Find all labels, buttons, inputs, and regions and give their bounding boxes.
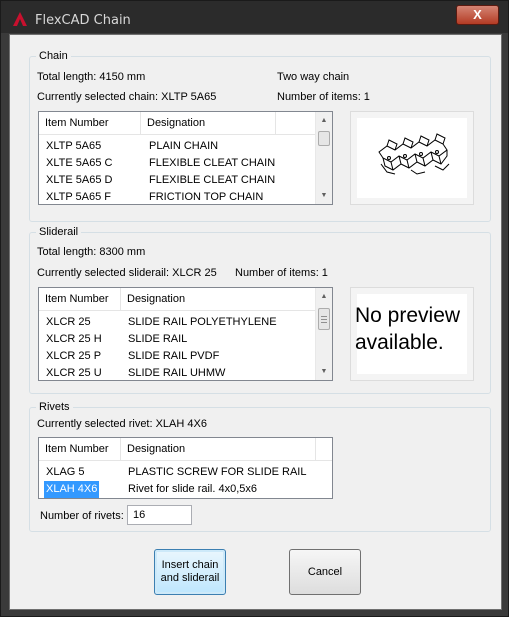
table-row[interactable]: XLAG 5 PLASTIC SCREW FOR SLIDE RAIL bbox=[39, 464, 315, 481]
designation-cell: SLIDE RAIL UHMW bbox=[128, 367, 226, 379]
no-preview-line-1: No preview bbox=[355, 304, 461, 327]
designation-cell: SLIDE RAIL bbox=[128, 333, 188, 345]
column-header-spacer bbox=[276, 112, 316, 135]
table-row[interactable]: XLCR 25 U SLIDE RAIL UHMW bbox=[39, 365, 315, 380]
column-header-designation[interactable]: Designation bbox=[121, 288, 316, 311]
table-row[interactable]: XLTP 5A65 PLAIN CHAIN bbox=[39, 138, 315, 155]
no-preview-line-2: available. bbox=[355, 331, 444, 354]
rivets-list-header: Item Number Designation bbox=[39, 438, 332, 461]
table-row[interactable]: XLCR 25 H SLIDE RAIL bbox=[39, 331, 315, 348]
item-number-cell: XLCR 25 U bbox=[46, 367, 102, 379]
chain-list-scrollbar[interactable]: ▲ ▼ bbox=[315, 112, 332, 204]
table-row[interactable]: XLTE 5A65 C FLEXIBLE CLEAT CHAIN bbox=[39, 155, 315, 172]
chain-group-title: Chain bbox=[36, 50, 71, 62]
table-row-selected[interactable]: XLAH 4X6 Rivet for slide rail. 4x0,5x6 bbox=[39, 481, 315, 498]
rivets-selected: Currently selected rivet: XLAH 4X6 bbox=[37, 418, 207, 430]
column-header-item-number[interactable]: Item Number bbox=[39, 112, 141, 135]
item-number-cell: XLTE 5A65 C bbox=[46, 157, 113, 169]
designation-cell: PLAIN CHAIN bbox=[149, 140, 219, 152]
rivets-list[interactable]: Item Number Designation XLAG 5 PLASTIC S… bbox=[38, 437, 333, 499]
item-number-cell: XLTP 5A65 bbox=[46, 140, 102, 152]
sliderail-list-scrollbar[interactable]: ▲ ▼ bbox=[315, 288, 332, 380]
chain-mode: Two way chain bbox=[277, 71, 350, 83]
designation-cell: FLEXIBLE CLEAT CHAIN bbox=[149, 174, 276, 186]
item-number-cell: XLAG 5 bbox=[46, 466, 85, 478]
designation-cell: SLIDE RAIL PVDF bbox=[128, 350, 220, 362]
column-header-designation[interactable]: Designation bbox=[141, 112, 276, 135]
insert-button-line-1: Insert chain bbox=[161, 559, 219, 571]
sliderail-list-header: Item Number Designation bbox=[39, 288, 332, 311]
sliderail-selected: Currently selected sliderail: XLCR 25 bbox=[37, 267, 217, 279]
no-preview-text: No preview available. bbox=[355, 302, 460, 356]
scroll-up-arrow-icon[interactable]: ▲ bbox=[316, 288, 332, 305]
chain-total-length: Total length: 4150 mm bbox=[37, 71, 146, 83]
chain-count: Number of items: 1 bbox=[277, 91, 370, 103]
rivet-count-input[interactable]: 16 bbox=[127, 505, 192, 525]
chain-selected: Currently selected chain: XLTP 5A65 bbox=[37, 91, 217, 103]
item-number-cell: XLTP 5A65 F bbox=[46, 191, 112, 203]
sliderail-total-length: Total length: 8300 mm bbox=[37, 246, 146, 258]
sliderail-count: Number of items: 1 bbox=[235, 267, 328, 279]
scroll-down-arrow-icon[interactable]: ▼ bbox=[316, 363, 332, 380]
designation-cell: PLASTIC SCREW FOR SLIDE RAIL bbox=[128, 466, 307, 478]
column-header-designation[interactable]: Designation bbox=[121, 438, 316, 461]
item-number-cell: XLCR 25 H bbox=[46, 333, 102, 345]
table-row[interactable]: XLCR 25 SLIDE RAIL POLYETHYLENE bbox=[39, 314, 315, 331]
close-button[interactable]: X bbox=[456, 5, 499, 25]
rivets-group-title: Rivets bbox=[36, 401, 73, 413]
designation-cell: FLEXIBLE CLEAT CHAIN bbox=[149, 157, 276, 169]
scroll-thumb[interactable] bbox=[318, 308, 330, 330]
dialog-body: Chain Total length: 4150 mm Two way chai… bbox=[9, 34, 502, 610]
chain-list-header: Item Number Designation bbox=[39, 112, 332, 135]
insert-chain-and-sliderail-button[interactable]: Insert chain and sliderail bbox=[154, 549, 226, 595]
dialog-window: FlexCAD Chain X Chain Total length: 4150… bbox=[0, 0, 509, 617]
table-row[interactable]: XLTE 5A65 D FLEXIBLE CLEAT CHAIN bbox=[39, 172, 315, 189]
item-number-cell: XLCR 25 P bbox=[46, 350, 102, 362]
sliderail-preview: No preview available. bbox=[350, 287, 474, 381]
title-bar[interactable]: FlexCAD Chain X bbox=[1, 1, 508, 33]
item-number-cell: XLAH 4X6 bbox=[44, 481, 100, 498]
designation-cell: FRICTION TOP CHAIN bbox=[149, 191, 264, 203]
scroll-thumb[interactable] bbox=[318, 131, 330, 146]
window-title: FlexCAD Chain bbox=[35, 13, 131, 28]
sliderail-list[interactable]: Item Number Designation XLCR 25 SLIDE RA… bbox=[38, 287, 333, 381]
chain-3d-preview-icon bbox=[378, 133, 450, 175]
table-row[interactable]: XLTP 5A65 F FRICTION TOP CHAIN bbox=[39, 189, 315, 204]
table-row[interactable]: XLCR 25 P SLIDE RAIL PVDF bbox=[39, 348, 315, 365]
scroll-up-arrow-icon[interactable]: ▲ bbox=[316, 112, 332, 129]
sliderail-group-title: Sliderail bbox=[36, 226, 82, 238]
chain-list[interactable]: Item Number Designation XLTP 5A65 PLAIN … bbox=[38, 111, 333, 205]
column-header-item-number[interactable]: Item Number bbox=[39, 438, 121, 461]
chain-preview bbox=[350, 111, 474, 205]
insert-button-line-2: and sliderail bbox=[160, 572, 220, 584]
scroll-down-arrow-icon[interactable]: ▼ bbox=[316, 187, 332, 204]
item-number-cell: XLTE 5A65 D bbox=[46, 174, 113, 186]
column-header-item-number[interactable]: Item Number bbox=[39, 288, 121, 311]
rivet-count-label: Number of rivets: bbox=[40, 510, 124, 522]
item-number-cell: XLCR 25 bbox=[46, 316, 91, 328]
autocad-logo-icon bbox=[13, 12, 27, 26]
designation-cell: SLIDE RAIL POLYETHYLENE bbox=[128, 316, 277, 328]
cancel-button[interactable]: Cancel bbox=[289, 549, 361, 595]
designation-cell: Rivet for slide rail. 4x0,5x6 bbox=[128, 483, 257, 495]
